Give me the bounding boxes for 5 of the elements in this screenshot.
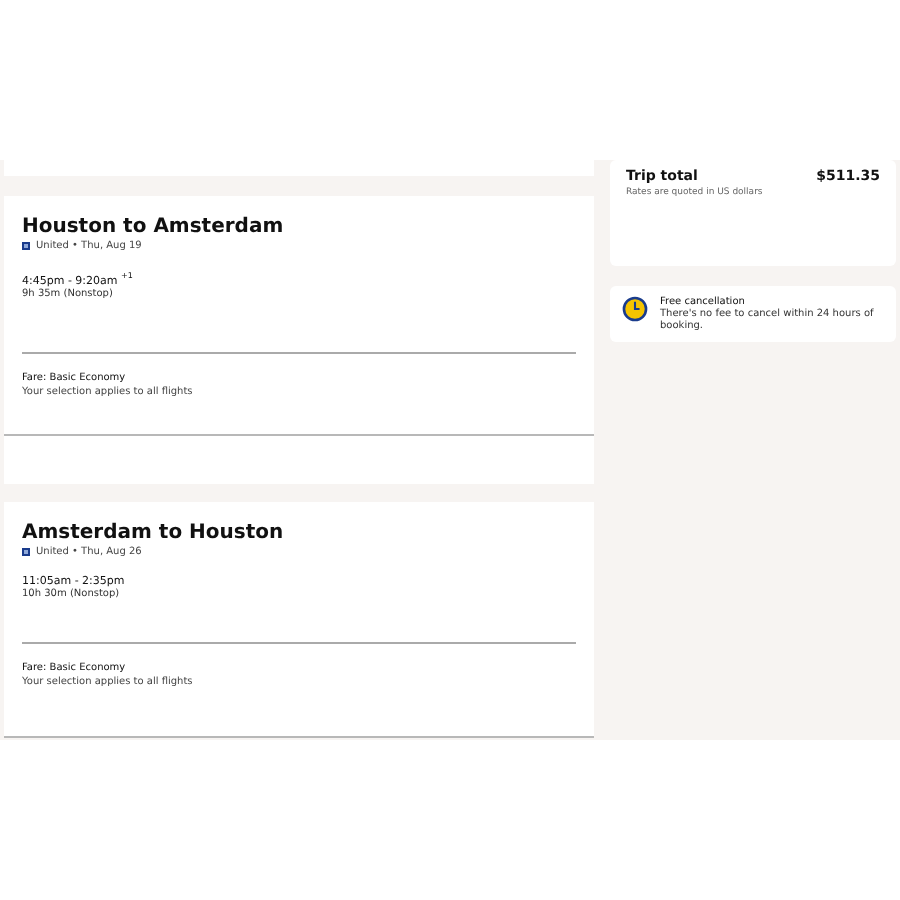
airline-logo-icon <box>22 548 30 556</box>
airline-logo-icon <box>22 242 30 250</box>
flight-title: Amsterdam to Houston <box>22 522 286 544</box>
clock-icon <box>622 296 648 322</box>
flight-title: Houston to Amsterdam <box>22 216 286 238</box>
